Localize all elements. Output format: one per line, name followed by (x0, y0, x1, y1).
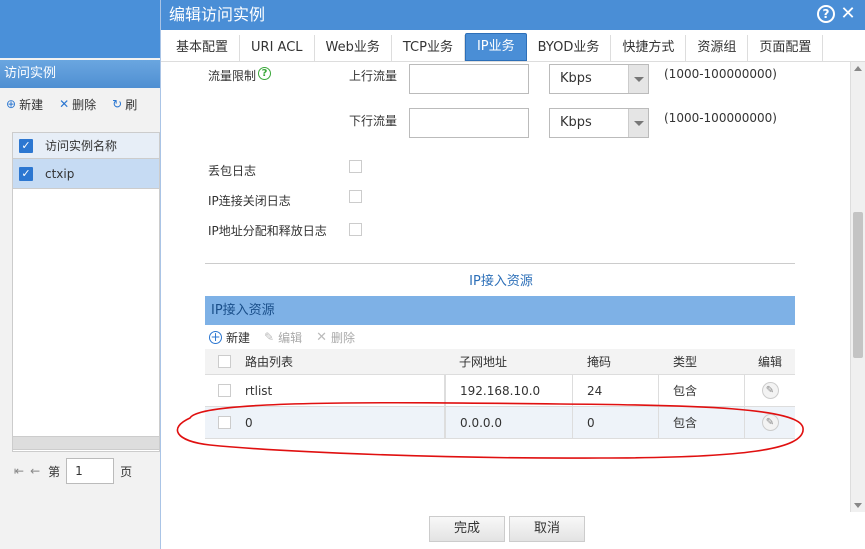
plus-icon: + (209, 329, 222, 344)
column-header-type: 类型 (673, 355, 698, 369)
edit-resource-button[interactable]: ✎ 编辑 (264, 329, 302, 346)
grid-toolbar: + 新建 ✎ 编辑 ✕ 删除 (205, 325, 795, 349)
dialog-titlebar: 编辑访问实例 ? ✕ (161, 0, 865, 30)
first-page-icon[interactable]: ⇤ (14, 464, 24, 478)
dialog-vscrollbar[interactable] (850, 62, 865, 512)
pencil-icon: ✎ (264, 330, 275, 344)
background-toolbar: ⊕ 新建 ✕ 删除 ↻ 刷 (0, 92, 160, 116)
table-row[interactable]: 0 0.0.0.0 0 包含 ✎ (205, 407, 795, 439)
cell-type: 包含 (659, 407, 745, 438)
chevron-down-icon (628, 109, 648, 137)
x-icon: ✕ (316, 329, 327, 345)
drop-log-label: 丢包日志 (208, 164, 257, 178)
downstream-label: 下行流量 (349, 114, 398, 128)
table-row[interactable]: rtlist 192.168.10.0 24 包含 ✎ (205, 375, 795, 407)
dialog-footer: 完成 取消 (161, 512, 865, 549)
cancel-button[interactable]: 取消 (509, 516, 585, 542)
refresh-icon: ↻ (112, 97, 123, 111)
grid-header-row: 路由列表 子网地址 掩码 类型 编辑 (205, 349, 795, 375)
cell-route: 0 (243, 407, 445, 438)
ip-alloc-log-checkbox[interactable] (349, 223, 362, 236)
ip-alloc-log-label: IP地址分配和释放日志 (208, 224, 327, 238)
scroll-thumb[interactable] (853, 212, 863, 358)
cell-subnet: 0.0.0.0 (445, 407, 573, 438)
chevron-down-icon (628, 65, 648, 93)
close-icon[interactable]: ✕ (839, 5, 857, 23)
plus-icon: ⊕ (6, 97, 17, 111)
tab-page-config[interactable]: 页面配置 (748, 35, 824, 61)
prev-page-icon[interactable]: ← (30, 464, 40, 478)
x-icon: ✕ (59, 97, 70, 111)
background-hscrollbar[interactable] (12, 436, 160, 450)
help-icon[interactable]: ? (258, 67, 272, 80)
tab-uri-acl[interactable]: URI ACL (240, 35, 315, 61)
add-resource-button[interactable]: + 新建 (209, 329, 250, 346)
cell-subnet: 192.168.10.0 (445, 375, 573, 406)
tab-byod-service[interactable]: BYOD业务 (527, 35, 612, 61)
bg-delete-button[interactable]: ✕ 删除 (59, 96, 104, 113)
column-header-edit: 编辑 (757, 355, 782, 369)
column-header-mask: 掩码 (587, 355, 612, 369)
section-divider (205, 263, 795, 264)
tab-bar: 基本配置 URI ACL Web业务 TCP业务 IP业务 BYOD业务 快捷方… (161, 30, 865, 62)
bg-refresh-button[interactable]: ↻ 刷 (112, 96, 145, 113)
delete-resource-button[interactable]: ✕ 删除 (316, 329, 355, 346)
page-input[interactable]: 1 (66, 458, 115, 484)
downstream-range-hint: (1000-100000000) (664, 111, 777, 125)
cell-mask: 24 (573, 375, 659, 406)
bg-new-button[interactable]: ⊕ 新建 (0, 96, 51, 113)
select-all-checkbox[interactable]: ✓ (19, 138, 33, 153)
background-panel-title: 访问实例 (0, 60, 160, 88)
column-header-subnet: 子网地址 (459, 355, 508, 369)
row-checkbox[interactable] (217, 416, 231, 429)
scroll-up-icon[interactable] (854, 66, 862, 71)
cell-mask: 0 (573, 407, 659, 438)
cell-type: 包含 (659, 375, 745, 406)
dialog-title: 编辑访问实例 (169, 5, 266, 24)
ok-button[interactable]: 完成 (429, 516, 505, 542)
help-icon[interactable]: ? (817, 5, 835, 23)
background-pager: ⇤ ← 第 1 页 (12, 456, 160, 486)
edit-icon[interactable]: ✎ (761, 382, 779, 399)
grid-title: IP接入资源 (205, 296, 795, 325)
column-header-route: 路由列表 (245, 355, 294, 369)
dialog-content: 流量限制? 上行流量 Kbps (1000-100000000) 下行流量 Kb… (161, 62, 851, 512)
drop-log-checkbox[interactable] (349, 160, 362, 173)
ip-resource-grid: IP接入资源 + 新建 ✎ 编辑 ✕ 删除 路由列表 子网地址 掩码 类型 编辑 rt… (205, 296, 795, 439)
edit-instance-dialog: 编辑访问实例 ? ✕ 基本配置 URI ACL Web业务 TCP业务 IP业务… (160, 0, 865, 549)
tab-tcp-service[interactable]: TCP业务 (392, 35, 465, 61)
upstream-input[interactable] (409, 64, 529, 94)
row-checkbox[interactable]: ✓ (19, 166, 33, 181)
tab-basic-config[interactable]: 基本配置 (165, 35, 241, 61)
table-row[interactable]: ✓ ctxip (13, 159, 159, 189)
upstream-label: 上行流量 (349, 69, 398, 83)
select-all-checkbox[interactable] (217, 355, 231, 368)
section-title: IP接入资源 (469, 274, 533, 289)
tab-shortcut[interactable]: 快捷方式 (611, 35, 687, 61)
upstream-range-hint: (1000-100000000) (664, 67, 777, 81)
tab-ip-service[interactable]: IP业务 (464, 33, 527, 61)
downstream-input[interactable] (409, 108, 529, 138)
background-grid: ✓ 访问实例名称 ✓ ctxip (12, 132, 160, 452)
edit-icon[interactable]: ✎ (761, 414, 779, 431)
tab-web-service[interactable]: Web业务 (315, 35, 392, 61)
cell-route: rtlist (243, 375, 445, 406)
downstream-unit-select[interactable]: Kbps (549, 108, 649, 138)
ip-close-log-label: IP连接关闭日志 (208, 194, 291, 208)
row-checkbox[interactable] (217, 384, 231, 397)
ip-close-log-checkbox[interactable] (349, 190, 362, 203)
tab-resource-group[interactable]: 资源组 (686, 35, 749, 61)
scroll-down-icon[interactable] (854, 503, 862, 508)
rate-limit-label: 流量限制? (208, 67, 272, 84)
background-grid-header: ✓ 访问实例名称 (13, 133, 159, 159)
upstream-unit-select[interactable]: Kbps (549, 64, 649, 94)
